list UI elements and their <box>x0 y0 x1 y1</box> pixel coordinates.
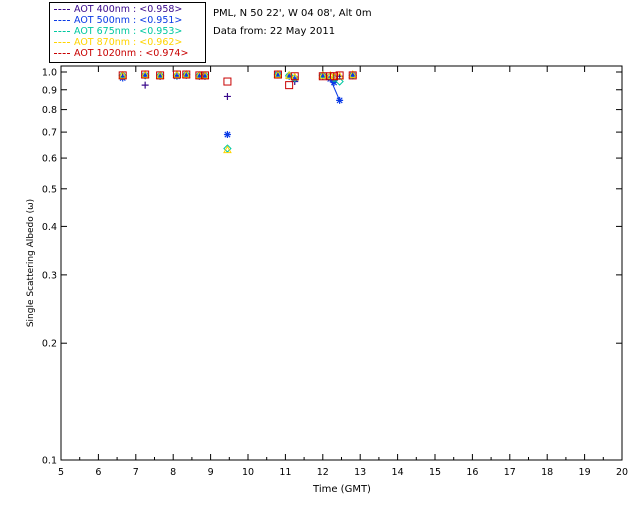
x-tick-label: 5 <box>58 467 64 478</box>
legend-label: AOT 1020nm : <0.974> <box>74 48 189 59</box>
legend-item-500nm: AOT 500nm : <0.951> <box>54 15 182 26</box>
y-tick-label: 1.0 <box>42 68 57 79</box>
legend-item-1020nm: AOT 1020nm : <0.974> <box>54 48 188 59</box>
x-axis-label: Time (GMT) <box>312 484 371 495</box>
legend-label: AOT 500nm : <0.951> <box>74 15 183 26</box>
x-tick-label: 11 <box>279 467 291 478</box>
y-tick-label: 0.8 <box>42 105 57 116</box>
y-tick-label: 0.6 <box>42 154 57 165</box>
legend-label: AOT 870nm : <0.962> <box>74 37 183 48</box>
x-tick-label: 9 <box>208 467 214 478</box>
legend-swatch <box>54 31 70 32</box>
legend: AOT 400nm : <0.958> AOT 500nm : <0.951> … <box>49 2 206 63</box>
x-tick-label: 6 <box>95 467 101 478</box>
x-tick-label: 16 <box>466 467 478 478</box>
y-axis-label: Single Scattering Albedo (ω) <box>26 199 36 327</box>
legend-label: AOT 675nm : <0.953> <box>74 26 183 37</box>
y-tick-label: 0.5 <box>42 184 57 195</box>
legend-swatch <box>54 53 70 54</box>
axis-ticks: 5 6 7 8 9 10 11 12 13 14 15 16 17 18 19 20 1.0 0.9 0.8 0.7 0… <box>42 66 628 478</box>
legend-swatch <box>54 9 70 10</box>
x-tick-label: 17 <box>504 467 516 478</box>
x-tick-label: 14 <box>392 467 404 478</box>
y-tick-label: 0.7 <box>42 128 57 139</box>
legend-item-870nm: AOT 870nm : <0.962> <box>54 37 182 48</box>
y-tick-label: 0.2 <box>42 339 57 350</box>
x-tick-label: 8 <box>170 467 176 478</box>
x-tick-label: 10 <box>242 467 254 478</box>
x-tick-label: 18 <box>541 467 553 478</box>
date-info: Data from: 22 May 2011 <box>213 26 336 37</box>
y-tick-label: 0.9 <box>42 85 57 96</box>
y-tick-label: 0.4 <box>42 222 57 233</box>
data-point-plus <box>223 92 231 100</box>
site-info: PML, N 50 22', W 04 08', Alt 0m <box>213 8 372 19</box>
x-tick-label: 20 <box>616 467 628 478</box>
data-point-plus <box>141 81 149 89</box>
x-tick-label: 15 <box>429 467 441 478</box>
data-marks <box>118 70 358 154</box>
data-point-asterisk <box>223 131 231 139</box>
legend-label: AOT 400nm : <0.958> <box>74 4 183 15</box>
x-tick-label: 12 <box>317 467 329 478</box>
y-tick-label: 0.3 <box>42 270 57 281</box>
chart-canvas: 5 6 7 8 9 10 11 12 13 14 15 16 17 18 19 20 1.0 0.9 0.8 0.7 0… <box>26 65 628 495</box>
x-tick-label: 7 <box>133 467 139 478</box>
legend-swatch <box>54 42 70 43</box>
x-tick-label: 19 <box>579 467 591 478</box>
plot-frame <box>60 65 623 461</box>
legend-item-675nm: AOT 675nm : <0.953> <box>54 26 182 37</box>
x-tick-label: 13 <box>354 467 366 478</box>
y-tick-label: 0.1 <box>42 456 57 467</box>
legend-item-400nm: AOT 400nm : <0.958> <box>54 4 182 15</box>
legend-swatch <box>54 20 70 21</box>
